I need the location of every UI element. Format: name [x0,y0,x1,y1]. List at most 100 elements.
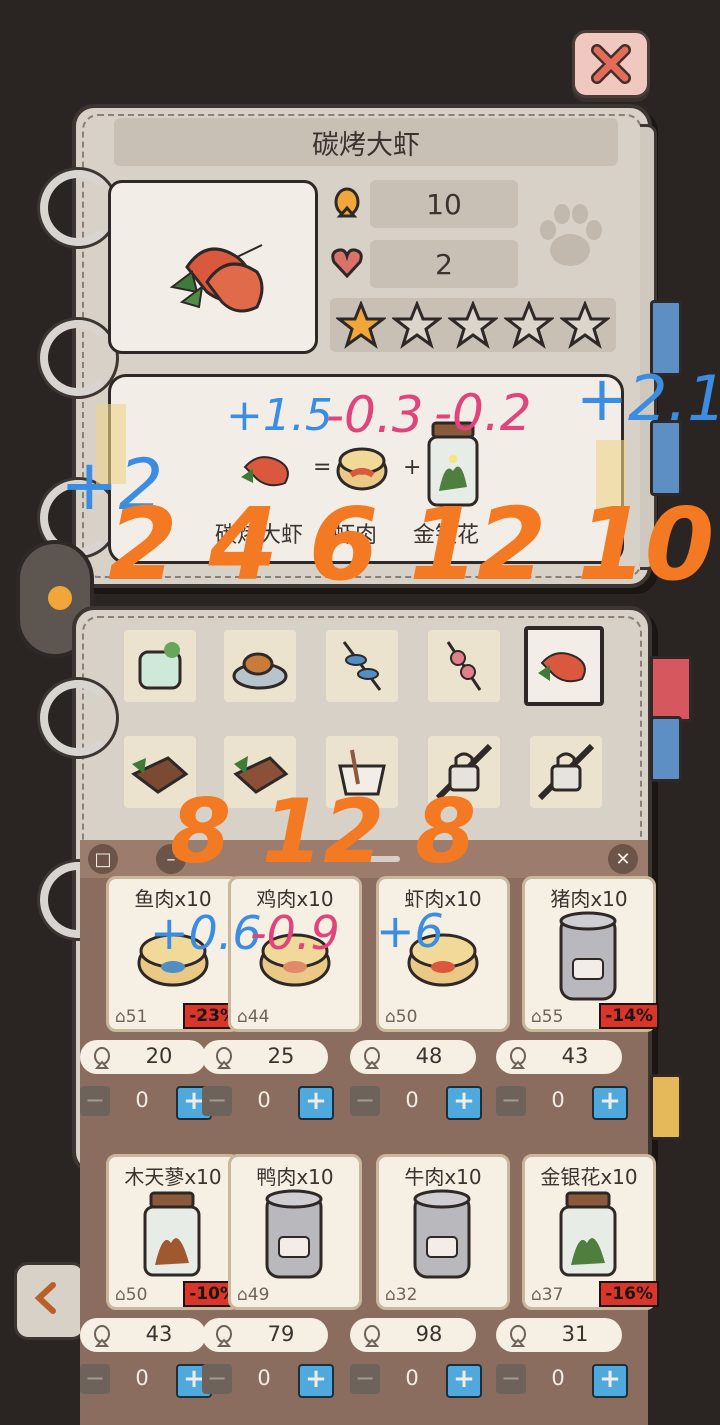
decrease-button[interactable]: − [350,1086,380,1116]
stock-icon: ⌂ [237,1007,248,1027]
rating-stars [330,298,616,352]
fish-value: 10 [370,180,518,228]
pork-can-icon [559,911,617,1001]
fish-currency-icon [364,1047,380,1069]
decrease-button[interactable]: − [202,1364,232,1394]
dish-slot-grilled-shrimp[interactable] [524,626,604,706]
honeysuckle-jar-icon [559,1191,617,1277]
decrease-button[interactable]: − [80,1364,110,1394]
price-value: 43 [561,1044,589,1068]
price-value: 48 [415,1044,443,1068]
shop-item-card[interactable]: 鸭肉x10 ⌂49 [228,1154,362,1310]
price-value: 20 [145,1044,173,1068]
dish-slot-fish-skewer[interactable] [326,630,398,702]
shop-item-card[interactable]: 金银花x10 ⌂37 -16% [522,1154,659,1310]
increase-button[interactable]: + [592,1086,628,1120]
decrease-button[interactable]: − [202,1086,232,1116]
stock-icon: ⌂ [385,1007,396,1027]
stock-icon: ⌂ [531,1007,542,1027]
side-tab-blue[interactable] [650,716,682,782]
increase-button[interactable]: + [298,1086,334,1120]
fish-currency-icon [216,1325,232,1347]
quantity-stepper: −0 + [202,1364,336,1398]
item-price: 98 [350,1318,476,1352]
item-price: 20 [80,1040,206,1074]
fish-skewer-icon [342,641,382,691]
overlay-close-button[interactable]: ✕ [608,844,638,874]
stock-value: 51 [125,1007,148,1027]
heart-value: 2 [370,240,518,288]
item-stock: ⌂49 [237,1285,269,1305]
stock-icon: ⌂ [531,1285,542,1305]
annotation-minus-0-9: -0.9 [250,906,340,960]
item-price: 31 [496,1318,622,1352]
shop-item-card[interactable]: 木天蓼x10 ⌂50 -10% [106,1154,243,1310]
decrease-button[interactable]: − [350,1364,380,1394]
dish-slot-meat-skewer[interactable] [428,630,500,702]
quantity-stepper: − 0 + [202,1086,336,1120]
quantity-stepper: −0 + [80,1086,214,1120]
dish-title: 碳烤大虾 [114,118,618,166]
dish-slot-chicken[interactable] [224,630,296,702]
decrease-button[interactable]: − [80,1086,110,1116]
star-empty-icon [448,301,498,349]
close-button[interactable] [572,30,650,98]
close-icon [591,44,631,84]
stock-value: 32 [395,1285,418,1305]
window-toggle-button[interactable]: □ [88,844,118,874]
quantity-value: 0 [405,1366,419,1390]
stock-icon: ⌂ [115,1285,126,1305]
star-empty-icon [504,301,554,349]
quantity-stepper: − 0 + [496,1086,630,1120]
item-price: 48 [350,1040,476,1074]
quantity-value: 0 [405,1088,419,1112]
dish-slot-locked[interactable] [530,736,602,808]
quantity-stepper: −0 + [80,1364,214,1398]
item-name: 木天蓼x10 [124,1165,222,1189]
chevron-left-icon [34,1282,56,1314]
binder-ring [40,680,116,756]
stock-icon: ⌂ [237,1285,248,1305]
plus-sign: + [403,455,422,480]
binder-ring [40,170,116,246]
stock-value: 44 [247,1007,270,1027]
quantity-stepper: − 0 + [350,1364,484,1398]
quantity-value: 0 [257,1088,271,1112]
dish-portrait [108,180,318,354]
quantity-value: 0 [551,1366,565,1390]
pan-yolk [48,586,72,610]
lock-icon [537,743,595,801]
increase-button[interactable]: + [592,1364,628,1398]
back-button-bg[interactable] [14,1262,86,1340]
star-empty-icon [392,301,442,349]
decrease-button[interactable]: − [496,1364,526,1394]
heart-icon [331,248,363,279]
item-name: 鸭肉x10 [256,1165,334,1189]
price-value: 25 [267,1044,295,1068]
increase-button[interactable]: + [446,1086,482,1120]
increase-button[interactable]: + [298,1364,334,1398]
price-value: 31 [561,1322,589,1346]
item-name: 牛肉x10 [404,1165,482,1189]
stock-value: 37 [541,1285,564,1305]
fish-currency-icon [364,1325,380,1347]
dish-slot-jelly[interactable] [124,630,196,702]
shop-item-card[interactable]: 猪肉x10 ⌂55 -14% [522,876,659,1032]
quantity-value: 0 [551,1088,565,1112]
increase-button[interactable]: + [446,1364,482,1398]
price-value: 43 [145,1322,173,1346]
item-price: 25 [202,1040,328,1074]
stock-icon: ⌂ [385,1285,396,1305]
side-tab-pink[interactable] [650,656,692,722]
annotation-plus-0-6: +0.6 [150,906,262,960]
price-value: 98 [415,1322,443,1346]
equals-sign: = [313,455,332,480]
annotation-minus-0-2: -0.2 [434,384,532,442]
beef-can-icon [413,1189,471,1279]
shop-item-card[interactable]: 牛肉x10 ⌂32 [376,1154,510,1310]
grilled-shrimp-icon [169,244,264,313]
item-stock: ⌂37 [531,1285,563,1305]
side-tab-yellow[interactable] [650,1074,682,1140]
annotation-plus-6: +6 [376,904,444,958]
decrease-button[interactable]: − [496,1086,526,1116]
